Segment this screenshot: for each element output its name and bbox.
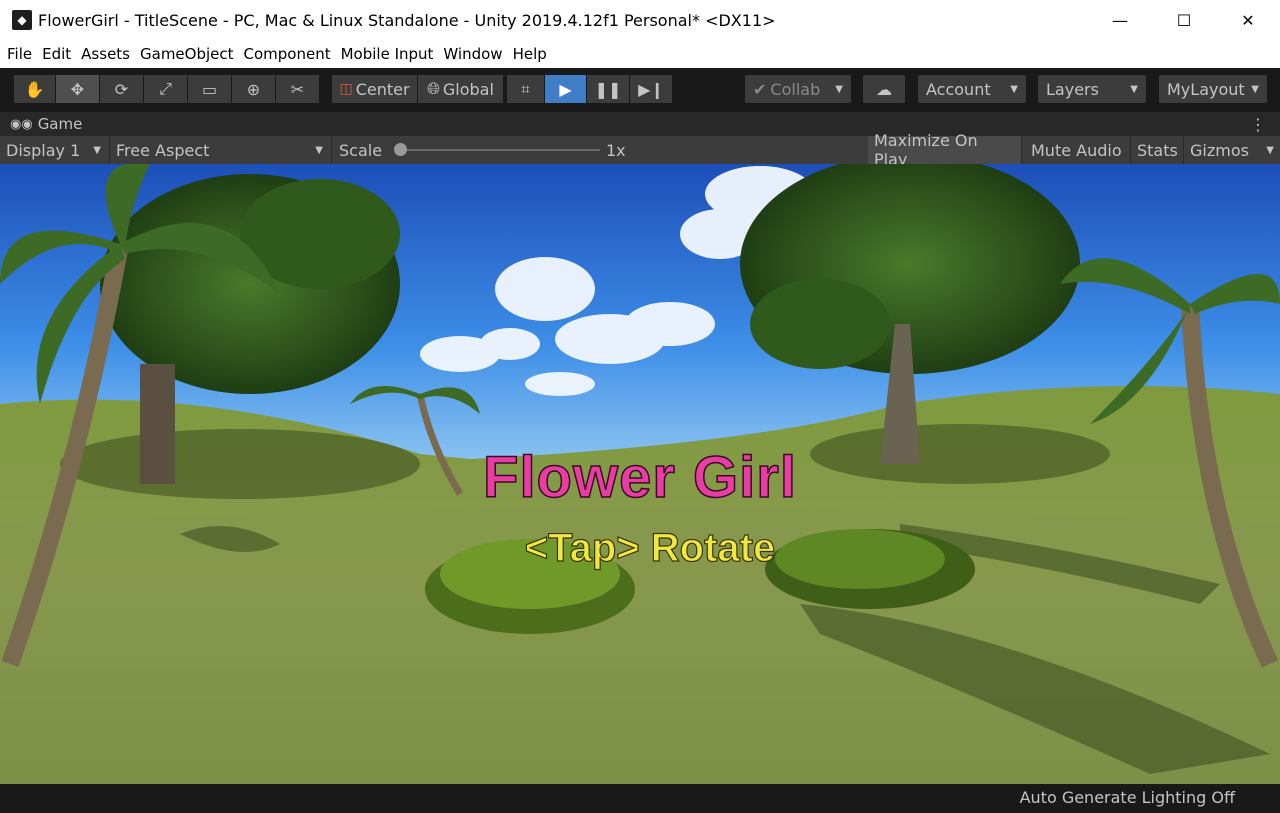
lighting-status[interactable]: Auto Generate Lighting Off [1020, 788, 1235, 807]
game-subtitle-text: <Tap> Rotate [524, 525, 776, 570]
chevron-down-icon: ▼ [1251, 83, 1259, 95]
game-view-controls: Display 1 ▼ Free Aspect ▼ Scale 1x Maxim… [0, 131, 1280, 169]
menu-gameobject[interactable]: GameObject [135, 45, 239, 63]
collab-dropdown[interactable]: ✔ Collab ▼ [745, 75, 851, 103]
hand-icon: ✋ [24, 79, 45, 99]
menu-assets[interactable]: Assets [76, 45, 135, 63]
window-controls: — ☐ ✕ [1088, 0, 1280, 40]
globe-icon: 🌐︎ [427, 79, 440, 98]
unity-logo-icon: ◆ [12, 10, 32, 30]
cloud-button[interactable]: ☁ [863, 75, 905, 103]
cloud-icon: ☁ [876, 79, 892, 99]
pivot-label: Center [355, 79, 410, 99]
main-toolbar: ✋ ✥ ⟳ ⤢ ▭ ⊕ ✂ ◫ Center 🌐︎ Global ⌗ ▶ ❚❚ … [0, 68, 1280, 112]
scale-slider-thumb[interactable] [394, 143, 407, 156]
aspect-label: Free Aspect [116, 140, 210, 160]
rect-tool-button[interactable]: ▭ [188, 75, 232, 103]
collab-check-icon: ✔ [753, 79, 767, 99]
window-titlebar: ◆ FlowerGirl - TitleScene - PC, Mac & Li… [0, 0, 1280, 40]
play-button[interactable]: ▶ [545, 75, 587, 103]
rotate-icon: ⟳ [114, 79, 129, 99]
step-button[interactable]: ▶❙ [630, 75, 673, 103]
display-dropdown[interactable]: Display 1 ▼ [0, 136, 110, 164]
layers-label: Layers [1046, 79, 1099, 99]
snap-button[interactable]: ⌗ [507, 75, 545, 103]
stats-label: Stats [1137, 140, 1178, 160]
play-icon: ▶ [559, 79, 572, 99]
move-tool-button[interactable]: ✥ [56, 75, 100, 103]
pause-button[interactable]: ❚❚ [587, 75, 630, 103]
window-title: FlowerGirl - TitleScene - PC, Mac & Linu… [38, 10, 776, 30]
move-icon: ✥ [70, 79, 85, 99]
account-dropdown[interactable]: Account ▼ [918, 75, 1026, 103]
tab-menu-icon[interactable]: ⋮ [1250, 112, 1266, 136]
menu-edit[interactable]: Edit [37, 45, 76, 63]
grid-snap-icon: ⌗ [521, 80, 530, 98]
transform-tools: ✋ ✥ ⟳ ⤢ ▭ ⊕ ✂ [14, 75, 320, 103]
scale-tool-button[interactable]: ⤢ [144, 75, 188, 103]
stats-toggle[interactable]: Stats [1131, 136, 1184, 164]
menu-component[interactable]: Component [239, 45, 336, 63]
maximize-button[interactable]: ☐ [1152, 0, 1216, 40]
play-controls: ⌗ ▶ ❚❚ ▶❙ [507, 75, 673, 103]
hand-tool-button[interactable]: ✋ [14, 75, 56, 103]
menu-mobile-input[interactable]: Mobile Input [336, 45, 439, 63]
menu-window[interactable]: Window [438, 45, 507, 63]
layout-dropdown[interactable]: MyLayout ▼ [1159, 75, 1267, 103]
gizmos-label: Gizmos [1190, 140, 1249, 160]
minimize-button[interactable]: — [1088, 0, 1152, 40]
scale-label: Scale [339, 140, 383, 160]
menu-bar: File Edit Assets GameObject Component Mo… [0, 40, 1280, 68]
layout-label: MyLayout [1167, 79, 1245, 99]
rect-icon: ▭ [201, 79, 218, 99]
scale-slider-track[interactable] [400, 149, 600, 151]
gamepad-icon: ◉◉ [10, 116, 33, 132]
status-bar: Auto Generate Lighting Off [0, 784, 1280, 813]
chevron-down-icon: ▼ [315, 144, 323, 156]
tab-game[interactable]: ◉◉ Game [10, 115, 82, 133]
layers-dropdown[interactable]: Layers ▼ [1038, 75, 1146, 103]
display-label: Display 1 [6, 140, 81, 160]
game-title-text: Flower Girl [482, 444, 797, 511]
chevron-down-icon: ▼ [1130, 83, 1138, 95]
rotate-tool-button[interactable]: ⟳ [100, 75, 144, 103]
aspect-dropdown[interactable]: Free Aspect ▼ [110, 136, 332, 164]
step-icon: ▶❙ [638, 79, 664, 99]
scale-icon: ⤢ [159, 79, 172, 98]
chevron-down-icon: ▼ [93, 144, 101, 156]
account-label: Account [926, 79, 991, 99]
scale-value: 1x [600, 136, 660, 164]
close-button[interactable]: ✕ [1216, 0, 1280, 40]
mute-audio-label: Mute Audio [1031, 140, 1122, 160]
pivot-center-toggle[interactable]: ◫ Center [332, 75, 418, 103]
menu-file[interactable]: File [2, 45, 37, 63]
transform-tool-button[interactable]: ⊕ [232, 75, 276, 103]
pivot-icon: ◫ [339, 81, 353, 97]
scale-value-label: 1x [606, 140, 626, 160]
pause-icon: ❚❚ [594, 79, 622, 99]
transform-icon: ⊕ [246, 79, 261, 99]
space-label: Global [442, 79, 494, 99]
pivot-toggles: ◫ Center 🌐︎ Global [332, 75, 504, 103]
game-tab-header: ◉◉ Game ⋮ [0, 112, 1280, 136]
chevron-down-icon: ▼ [1010, 83, 1018, 95]
collab-label: Collab [770, 79, 821, 99]
tab-game-label: Game [37, 115, 83, 133]
maximize-on-play-toggle[interactable]: Maximize On Play [868, 131, 1022, 169]
tools-icon: ✂ [290, 79, 305, 99]
gizmos-dropdown[interactable]: Gizmos ▼ [1184, 136, 1280, 164]
menu-help[interactable]: Help [508, 45, 552, 63]
chevron-down-icon: ▼ [835, 83, 843, 95]
chevron-down-icon: ▼ [1266, 144, 1274, 156]
mute-audio-toggle[interactable]: Mute Audio [1025, 136, 1131, 164]
space-global-toggle[interactable]: 🌐︎ Global [418, 75, 504, 103]
custom-tool-button[interactable]: ✂ [276, 75, 320, 103]
game-viewport[interactable]: Flower Girl <Tap> Rotate [0, 164, 1280, 784]
